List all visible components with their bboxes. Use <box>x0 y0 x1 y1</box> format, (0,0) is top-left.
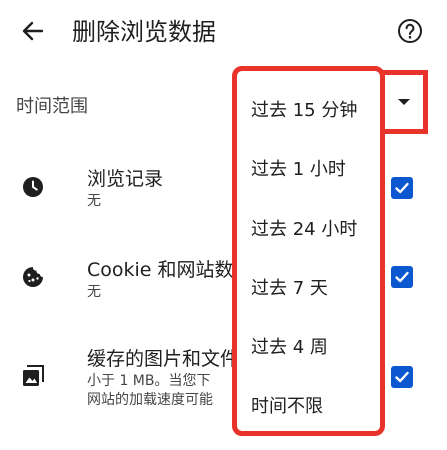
browsing-history-title: 浏览记录 <box>87 168 164 190</box>
time-range-dropdown-toggle[interactable] <box>380 70 428 134</box>
browsing-history-desc: 无 <box>87 193 101 209</box>
cookies-desc: 无 <box>87 284 101 300</box>
menu-item-7-days[interactable]: 过去 7 天 <box>251 271 328 307</box>
cache-desc-line-1: 小于 1 MB。当您下 <box>87 373 211 389</box>
browsing-history-checkbox[interactable] <box>391 177 413 199</box>
help-button[interactable] <box>394 15 426 47</box>
help-circle-icon <box>398 19 422 43</box>
arrow-left-icon <box>22 21 44 41</box>
time-range-label: 时间范围 <box>16 96 88 117</box>
menu-item-15-minutes[interactable]: 过去 15 分钟 <box>251 93 357 129</box>
cache-title: 缓存的图片和文件 <box>87 348 240 370</box>
checkmark-icon <box>395 371 409 383</box>
back-button[interactable] <box>16 14 50 48</box>
menu-item-24-hours[interactable]: 过去 24 小时 <box>251 212 357 248</box>
time-range-menu: 过去 15 分钟 过去 1 小时 过去 24 小时 过去 7 天 过去 4 周 … <box>232 66 385 436</box>
cookies-title: Cookie 和网站数 <box>87 259 234 281</box>
page-title: 删除浏览数据 <box>72 18 216 46</box>
cache-checkbox[interactable] <box>391 366 413 388</box>
menu-item-4-weeks[interactable]: 过去 4 周 <box>251 330 328 366</box>
cache-desc-line-2: 网站的加载速度可能 <box>87 392 213 408</box>
menu-item-1-hour[interactable]: 过去 1 小时 <box>251 152 346 188</box>
checkmark-icon <box>395 271 409 283</box>
caret-down-icon <box>398 99 410 105</box>
cookie-icon <box>20 264 46 290</box>
cookies-checkbox[interactable] <box>391 266 413 288</box>
image-icon <box>20 363 46 389</box>
checkmark-icon <box>395 182 409 194</box>
menu-item-all-time[interactable]: 时间不限 <box>251 389 323 425</box>
clock-icon <box>20 174 46 200</box>
